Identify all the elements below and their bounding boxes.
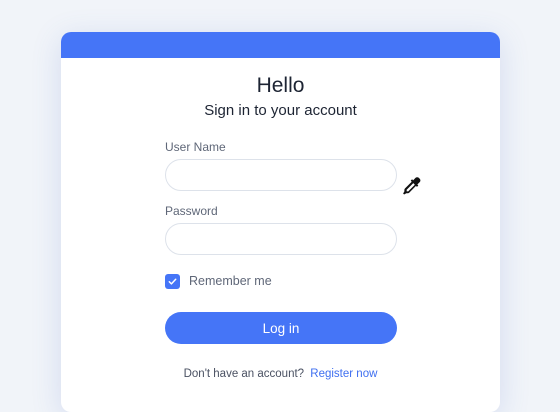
register-prompt: Don't have an account? Register now — [61, 368, 500, 380]
password-input[interactable] — [165, 223, 397, 255]
register-prompt-text: Don't have an account? — [183, 368, 305, 380]
remember-me-row[interactable]: Remember me — [165, 273, 272, 289]
checkmark-icon — [168, 278, 177, 285]
login-button[interactable]: Log in — [165, 312, 397, 344]
eyedropper-icon[interactable] — [401, 175, 423, 197]
username-label: User Name — [165, 140, 226, 154]
remember-me-label: Remember me — [189, 274, 272, 288]
register-link[interactable]: Register now — [310, 368, 377, 380]
card-header-bar — [61, 32, 500, 58]
password-label: Password — [165, 204, 218, 218]
page-title: Hello — [256, 74, 305, 97]
remember-me-checkbox[interactable] — [165, 273, 180, 289]
page-subtitle: Sign in to your account — [204, 102, 357, 119]
username-input[interactable] — [165, 159, 397, 191]
login-card: Hello Sign in to your account User Name … — [61, 32, 500, 412]
